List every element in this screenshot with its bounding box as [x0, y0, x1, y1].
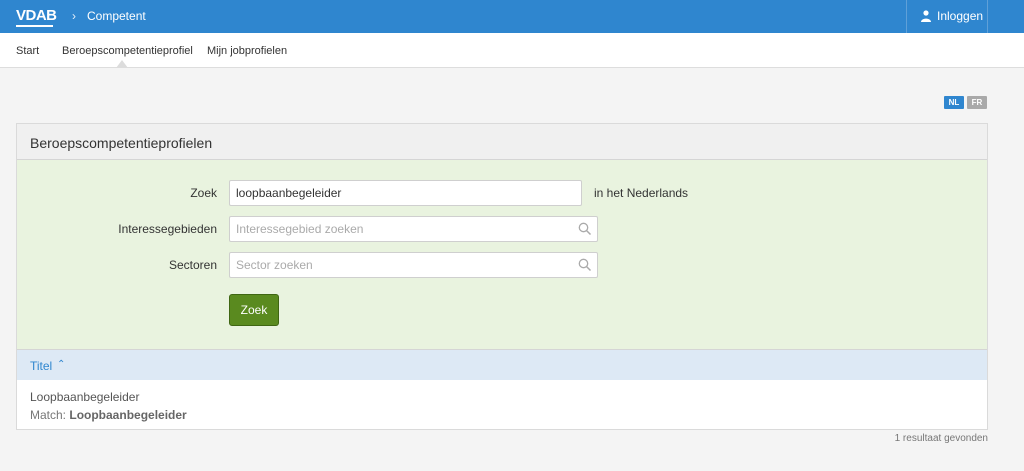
zoek-button[interactable]: Zoek — [229, 294, 279, 326]
panel-title: Beroepscompetentieprofielen — [30, 135, 213, 151]
user-icon — [921, 10, 931, 22]
secondary-navigation: Start Beroepscompetentieprofiel Mijn job… — [0, 33, 1024, 68]
tab-mijn-jobprofielen[interactable]: Mijn jobprofielen — [207, 45, 287, 57]
language-nl-button[interactable]: NL — [944, 96, 964, 109]
login-label: Inloggen — [937, 9, 984, 23]
login-button[interactable]: Inloggen — [906, 0, 988, 33]
breadcrumb-app-name[interactable]: Competent — [87, 9, 146, 23]
chevron-right-icon: › — [72, 9, 76, 23]
interest-search-input[interactable] — [229, 216, 598, 242]
results-table-header: Titel ⌃ — [17, 350, 987, 380]
match-label: Match: — [30, 408, 67, 422]
match-value: Loopbaanbegeleider — [69, 408, 187, 422]
column-header-titel[interactable]: Titel — [30, 359, 52, 373]
profiles-panel: Beroepscompetentieprofielen Zoek in het … — [16, 123, 988, 430]
result-match: Match: Loopbaanbegeleider — [30, 408, 187, 422]
panel-header: Beroepscompetentieprofielen — [17, 124, 987, 160]
result-title[interactable]: Loopbaanbegeleider — [30, 390, 139, 404]
tab-beroepscompetentieprofiel[interactable]: Beroepscompetentieprofiel — [62, 45, 193, 57]
search-form: Zoek in het Nederlands Interessegebieden… — [17, 160, 987, 350]
vdab-logo[interactable]: VDAB — [16, 7, 57, 24]
top-navigation-bar: VDAB › Competent Inloggen — [0, 0, 1024, 33]
result-count: 1 resultaat gevonden — [894, 433, 988, 444]
logo-underline — [16, 25, 53, 27]
search-icon[interactable] — [578, 222, 592, 236]
chevron-up-icon[interactable]: ⌃ — [57, 359, 65, 370]
tab-start[interactable]: Start — [16, 45, 39, 57]
language-fr-button[interactable]: FR — [967, 96, 987, 109]
sector-label: Sectoren — [168, 258, 217, 272]
search-input[interactable] — [229, 180, 582, 206]
search-label: Zoek — [190, 186, 217, 200]
active-tab-indicator — [116, 60, 128, 68]
search-language-suffix: in het Nederlands — [594, 186, 689, 200]
sector-search-input[interactable] — [229, 252, 598, 278]
interest-label: Interessegebieden — [118, 222, 217, 236]
search-icon[interactable] — [578, 258, 592, 272]
